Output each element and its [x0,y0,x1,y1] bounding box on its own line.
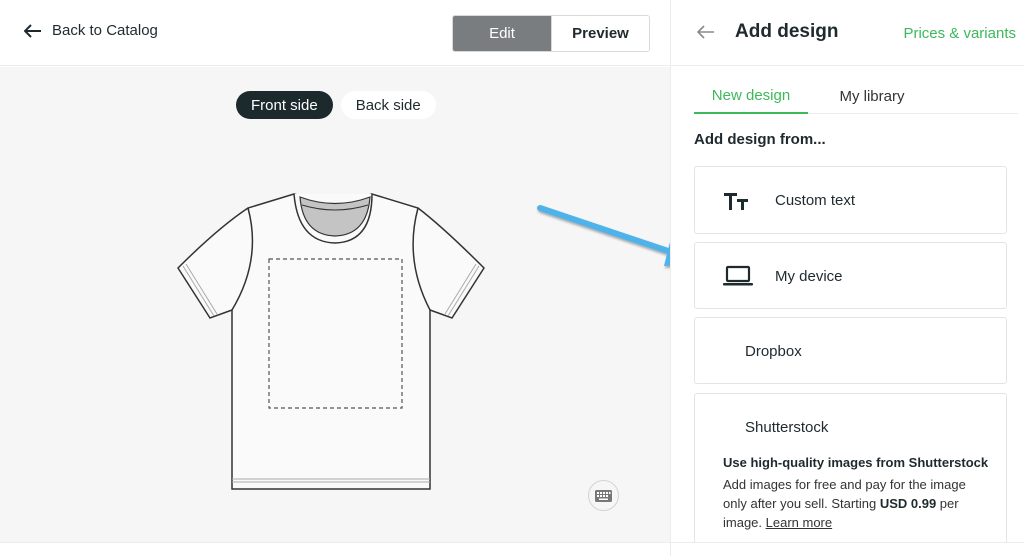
option-shutterstock[interactable]: Shutterstock Use high-quality images fro… [694,393,1007,545]
add-design-panel: Add design Prices & variants New design … [670,0,1024,556]
panel-bottom-strip [671,542,1024,556]
design-tabs: New design My library [694,78,1018,114]
panel-title: Add design [735,21,839,42]
design-canvas: Front side Back side [0,67,670,542]
editor-topbar: Back to Catalog Edit Preview [0,0,670,66]
edit-mode-button[interactable]: Edit [453,16,551,51]
keyboard-icon [595,489,612,502]
option-label: My device [775,268,843,285]
option-label: Custom text [775,192,856,209]
option-label: Shutterstock [745,419,829,436]
laptop-icon [723,265,753,286]
option-my-device[interactable]: My device [694,242,1007,309]
back-to-catalog-link[interactable]: Back to Catalog [24,22,158,39]
tab-new-design[interactable]: New design [694,78,808,114]
price: USD 0.99 [879,496,937,511]
text-size-icon [724,193,748,210]
tshirt-mockup [177,193,485,490]
editor-area: Back to Catalog Edit Preview Front side … [0,0,670,556]
keyboard-shortcuts-button[interactable] [588,480,619,511]
front-side-button[interactable]: Front side [236,91,333,119]
prices-variants-link[interactable]: Prices & variants [903,25,1016,42]
mode-toggle: Edit Preview [452,15,650,52]
tab-my-library[interactable]: My library [808,78,936,114]
option-label: Dropbox [745,343,802,360]
back-side-button[interactable]: Back side [340,91,436,119]
option-custom-text[interactable]: Custom text [694,166,1007,234]
shutterstock-description: Add images for free and pay for the imag… [723,475,983,532]
panel-header: Add design Prices & variants [671,0,1024,66]
arrow-left-icon [24,23,41,38]
section-heading: Add design from... [694,131,826,148]
back-label: Back to Catalog [52,22,158,39]
shutterstock-title: Use high-quality images from Shutterstoc… [723,455,989,470]
side-switcher: Front side Back side [236,91,436,119]
arrow-left-icon[interactable] [697,25,715,39]
preview-mode-button[interactable]: Preview [551,16,649,51]
bottom-strip [0,542,670,556]
learn-more-link[interactable]: Learn more [766,515,832,530]
option-dropbox[interactable]: Dropbox [694,317,1007,384]
